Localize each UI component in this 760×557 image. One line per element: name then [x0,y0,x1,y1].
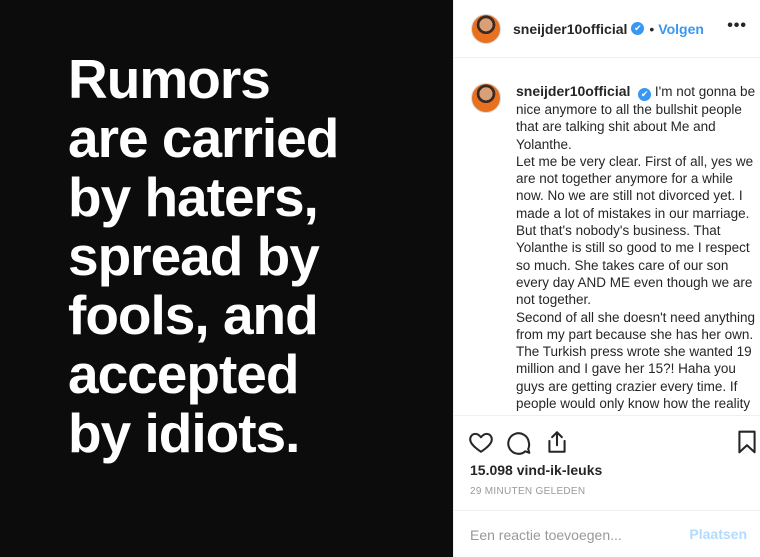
separator-dot: • [649,20,655,37]
comment-bar: Plaatsen [454,510,760,557]
more-options-icon[interactable]: ••• [727,17,747,35]
caption-paragraph: Let me be very clear. First of all, yes … [516,153,754,308]
verified-badge-icon: ✔ [631,22,645,35]
action-bar [454,423,760,459]
comment-icon[interactable] [506,429,532,455]
caption-paragraph: The Turkish press wrote she wanted 19 mi… [516,344,752,412]
quote-text: Rumors are carried by haters, spread by … [68,50,448,463]
quote-line: are carried [68,107,339,169]
caption-paragraph: Second of all she doesn't need anything … [516,309,756,342]
share-icon[interactable] [544,429,570,455]
comment-input[interactable] [470,524,680,546]
follow-button[interactable]: Volgen [658,21,704,37]
post-comment-button[interactable]: Plaatsen [689,526,747,542]
header-username[interactable]: sneijder10official [513,21,627,37]
avatar[interactable] [471,13,501,44]
caption-text: sneijder10official ✔ I'm not gonna be ni… [516,83,760,412]
post-header: sneijder10official ✔ • Volgen ••• [454,0,760,58]
heart-icon[interactable] [468,429,494,455]
post-image[interactable]: Rumors are carried by haters, spread by … [0,0,453,557]
post-sidebar: sneijder10official ✔ • Volgen ••• sneijd… [453,0,760,557]
quote-line: by idiots. [68,402,300,464]
quote-line: accepted [68,343,299,405]
likes-count[interactable]: 15.098 vind-ik-leuks [470,462,602,478]
quote-line: by haters, [68,166,319,228]
verified-badge-icon: ✔ [638,88,652,101]
caption: sneijder10official ✔ I'm not gonna be ni… [454,58,760,412]
bookmark-icon[interactable] [734,429,760,455]
caption-username[interactable]: sneijder10official [516,83,630,99]
caption-area[interactable]: sneijder10official ✔ I'm not gonna be ni… [454,58,760,416]
quote-line: fools, and [68,284,319,346]
caption-avatar[interactable] [471,83,501,113]
quote-line: Rumors [68,48,271,110]
quote-line: spread by [68,225,320,287]
post-timestamp[interactable]: 29 MINUTEN GELEDEN [470,486,585,497]
